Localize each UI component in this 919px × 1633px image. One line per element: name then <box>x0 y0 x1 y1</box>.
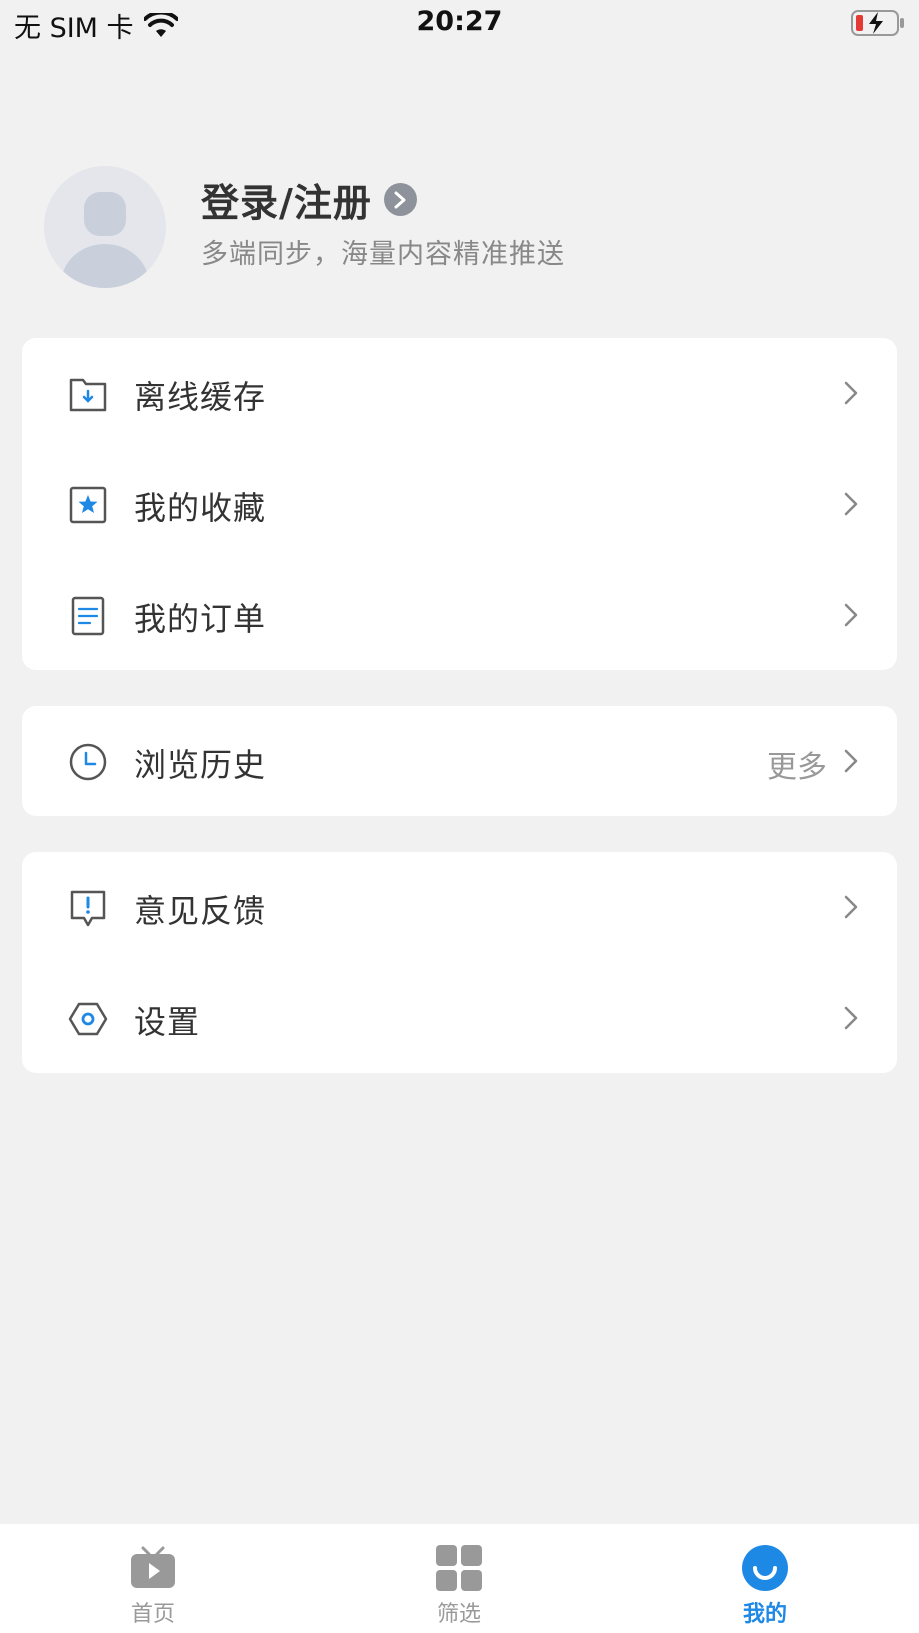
battery-charging-icon <box>851 10 904 36</box>
more-link[interactable]: 更多 <box>767 742 827 786</box>
chevron-right-icon <box>844 381 858 405</box>
chevron-right-icon[interactable] <box>383 183 417 216</box>
grid-filter-icon <box>436 1545 482 1591</box>
status-time: 20:27 <box>416 6 503 37</box>
login-register-title[interactable]: 登录/注册 <box>201 172 372 227</box>
menu-item-orders[interactable]: 我的订单 <box>22 560 897 670</box>
feedback-exclamation-icon <box>70 890 106 927</box>
tab-mine[interactable]: 我的 <box>665 1524 865 1633</box>
default-avatar-icon <box>61 192 149 288</box>
menu-item-feedback[interactable]: 意见反馈 <box>22 852 897 962</box>
menu-item-label: 意见反馈 <box>134 892 267 930</box>
login-register-link[interactable]: 登录/注册 <box>201 172 417 227</box>
smile-profile-icon <box>742 1545 788 1591</box>
menu-item-browse-history[interactable]: 浏览历史 更多 <box>22 706 897 816</box>
avatar[interactable] <box>44 166 166 288</box>
chevron-right-icon <box>844 492 858 516</box>
profile-subtitle: 多端同步，海量内容精准推送 <box>201 239 565 270</box>
tab-home[interactable]: 首页 <box>53 1524 253 1633</box>
profile-header[interactable]: 登录/注册 多端同步，海量内容精准推送 <box>44 166 874 290</box>
tv-play-icon <box>131 1546 175 1588</box>
status-bar: 无 SIM 卡 20:27 <box>0 0 919 46</box>
orders-document-icon <box>71 596 105 636</box>
tab-filter[interactable]: 筛选 <box>359 1524 559 1633</box>
menu-card-misc: 意见反馈 设置 <box>22 852 897 1073</box>
menu-item-label: 我的收藏 <box>134 489 267 527</box>
menu-item-offline-cache[interactable]: 离线缓存 <box>22 338 897 448</box>
menu-item-favorites[interactable]: 我的收藏 <box>22 449 897 559</box>
chevron-right-icon <box>844 895 858 919</box>
menu-item-label: 我的订单 <box>134 600 267 638</box>
menu-item-label: 设置 <box>134 1003 201 1041</box>
chevron-right-icon <box>844 1006 858 1030</box>
menu-card-main: 离线缓存 我的收藏 我的订单 <box>22 338 897 670</box>
tab-label: 首页 <box>130 1602 175 1627</box>
chevron-right-icon <box>844 749 858 773</box>
history-clock-icon <box>69 743 107 781</box>
settings-hexagon-icon <box>68 1002 108 1036</box>
menu-item-settings[interactable]: 设置 <box>22 963 897 1073</box>
favorites-star-icon <box>69 486 107 524</box>
tab-label: 筛选 <box>436 1602 481 1627</box>
tab-label: 我的 <box>742 1602 787 1627</box>
bottom-tab-bar: 首页 筛选 我的 <box>0 1524 919 1633</box>
chevron-right-icon <box>844 603 858 627</box>
menu-item-label: 离线缓存 <box>134 378 267 416</box>
menu-card-history: 浏览历史 更多 <box>22 706 897 816</box>
menu-item-label: 浏览历史 <box>134 746 267 784</box>
offline-download-folder-icon <box>69 378 107 412</box>
